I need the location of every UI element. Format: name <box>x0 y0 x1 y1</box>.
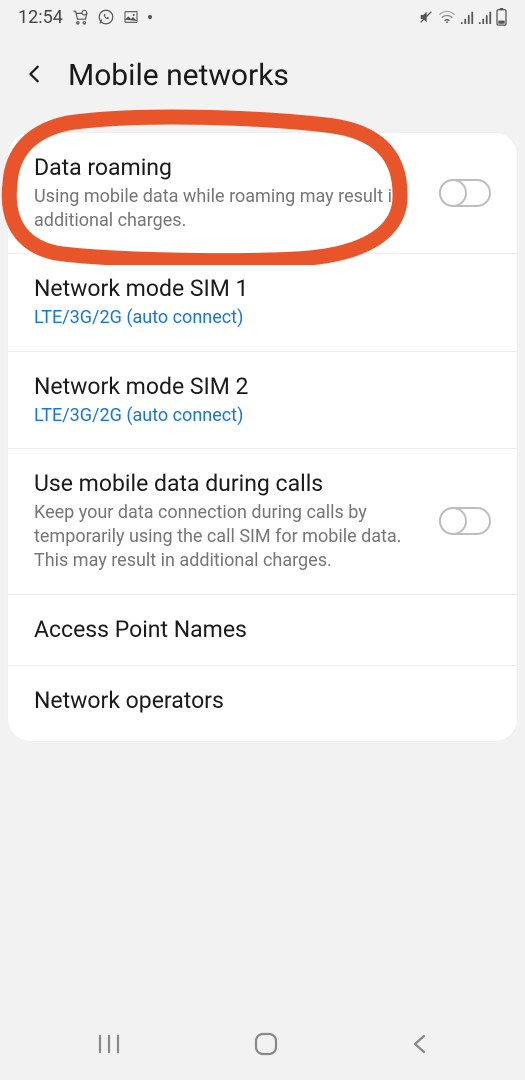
row-apn[interactable]: Access Point Names <box>8 595 517 666</box>
nav-bar <box>0 1016 525 1080</box>
status-bar: 12:54 <box>0 0 525 34</box>
home-button[interactable] <box>253 1031 279 1057</box>
row-mobile-data-calls[interactable]: Use mobile data during calls Keep your d… <box>8 449 517 595</box>
row-title: Network operators <box>34 686 491 716</box>
row-subtitle: LTE/3G/2G (auto connect) <box>34 306 491 330</box>
row-title: Access Point Names <box>34 615 491 645</box>
battery-icon <box>496 8 507 26</box>
row-title: Network mode SIM 1 <box>34 274 491 304</box>
row-network-operators[interactable]: Network operators <box>8 666 517 742</box>
cart-icon <box>71 9 89 25</box>
row-data-roaming[interactable]: Data roaming Using mobile data while roa… <box>8 133 517 254</box>
settings-card: Data roaming Using mobile data while roa… <box>8 133 517 741</box>
row-title: Network mode SIM 2 <box>34 372 491 402</box>
wifi-icon <box>438 10 456 24</box>
whatsapp-icon <box>97 8 115 26</box>
page-title: Mobile networks <box>68 58 289 93</box>
row-subtitle: LTE/3G/2G (auto connect) <box>34 404 491 428</box>
recents-button[interactable] <box>96 1033 122 1055</box>
image-icon <box>123 9 139 25</box>
row-title: Use mobile data during calls <box>34 469 419 499</box>
signal-2-icon <box>478 10 492 24</box>
row-subtitle: Keep your data connection during calls b… <box>34 501 419 574</box>
row-subtitle: Using mobile data while roaming may resu… <box>34 185 419 234</box>
page-header: Mobile networks <box>0 34 525 133</box>
mute-icon <box>418 9 434 25</box>
row-title: Data roaming <box>34 153 419 183</box>
row-network-mode-sim1[interactable]: Network mode SIM 1 LTE/3G/2G (auto conne… <box>8 254 517 351</box>
signal-1-icon <box>460 10 474 24</box>
roaming-toggle[interactable] <box>439 179 491 207</box>
status-time: 12:54 <box>18 7 63 28</box>
back-button[interactable] <box>410 1033 430 1055</box>
calls-toggle[interactable] <box>439 507 491 535</box>
more-dot-icon <box>147 14 153 20</box>
row-network-mode-sim2[interactable]: Network mode SIM 2 LTE/3G/2G (auto conne… <box>8 352 517 449</box>
back-icon[interactable] <box>24 63 46 89</box>
